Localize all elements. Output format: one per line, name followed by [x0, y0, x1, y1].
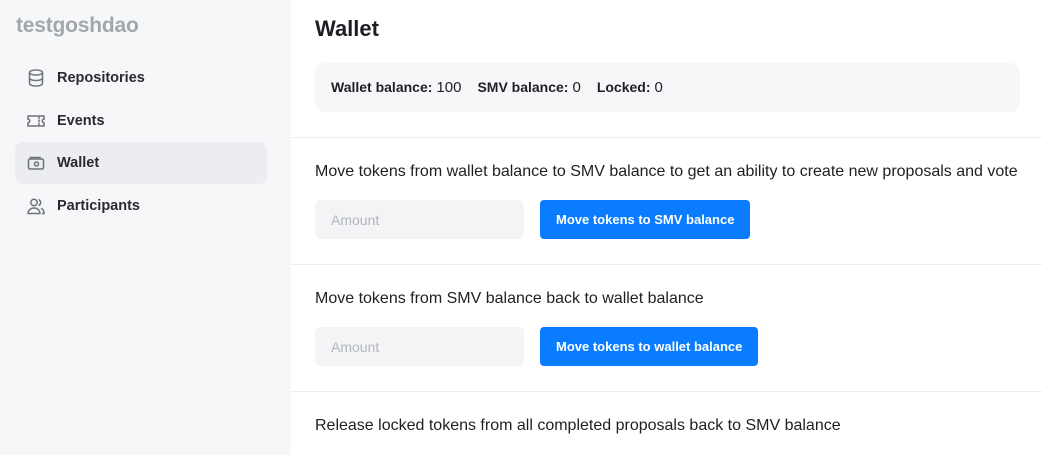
divider [291, 264, 1042, 265]
locked-balance-value: 0 [654, 79, 663, 96]
sidebar-item-wallet[interactable]: Wallet [15, 142, 267, 184]
smv-balance-value: 0 [572, 79, 581, 96]
wallet-amount-input[interactable] [315, 327, 524, 366]
release-locked-description: Release locked tokens from all completed… [315, 417, 841, 434]
sidebar-item-repositories[interactable]: Repositories [15, 57, 267, 99]
sidebar-item-label: Wallet [57, 155, 100, 171]
database-icon [26, 68, 46, 88]
sidebar-item-label: Participants [57, 197, 140, 214]
balance-summary: Wallet balance: 100 SMV balance: 0 Locke… [315, 63, 1020, 112]
locked-balance-label: Locked: [596, 79, 651, 95]
users-icon [26, 196, 46, 216]
move-to-smv-description: Move tokens from wallet balance to SMV b… [315, 163, 1018, 180]
sidebar: testgoshdao Repositories Events Wallet P… [0, 0, 291, 455]
smv-balance: SMV balance: 0 [477, 79, 580, 96]
locked-balance: Locked: 0 [597, 79, 663, 96]
wallet-icon [26, 153, 46, 173]
smv-balance-label: SMV balance: [477, 79, 569, 95]
wallet-balance-label: Wallet balance: [331, 79, 433, 95]
move-to-wallet-description: Move tokens from SMV balance back to wal… [315, 290, 704, 307]
wallet-balance: Wallet balance: 100 [331, 79, 461, 96]
divider [291, 137, 1042, 138]
wallet-balance-value: 100 [436, 79, 462, 96]
sidebar-item-label: Repositories [57, 70, 145, 86]
sidebar-item-participants[interactable]: Participants [15, 185, 267, 227]
divider [291, 391, 1042, 392]
sidebar-item-label: Events [57, 112, 105, 129]
main-content: Wallet Wallet balance: 100 SMV balance: … [291, 0, 1042, 455]
dao-name[interactable]: testgoshdao [16, 14, 139, 38]
sidebar-nav: Repositories Events Wallet Participants [15, 57, 267, 227]
move-to-wallet-button[interactable]: Move tokens to wallet balance [540, 327, 759, 366]
move-to-smv-button[interactable]: Move tokens to SMV balance [540, 200, 751, 239]
page-title: Wallet [315, 16, 379, 41]
ticket-icon [26, 111, 46, 131]
smv-amount-input[interactable] [315, 200, 524, 239]
sidebar-item-events[interactable]: Events [15, 100, 267, 142]
